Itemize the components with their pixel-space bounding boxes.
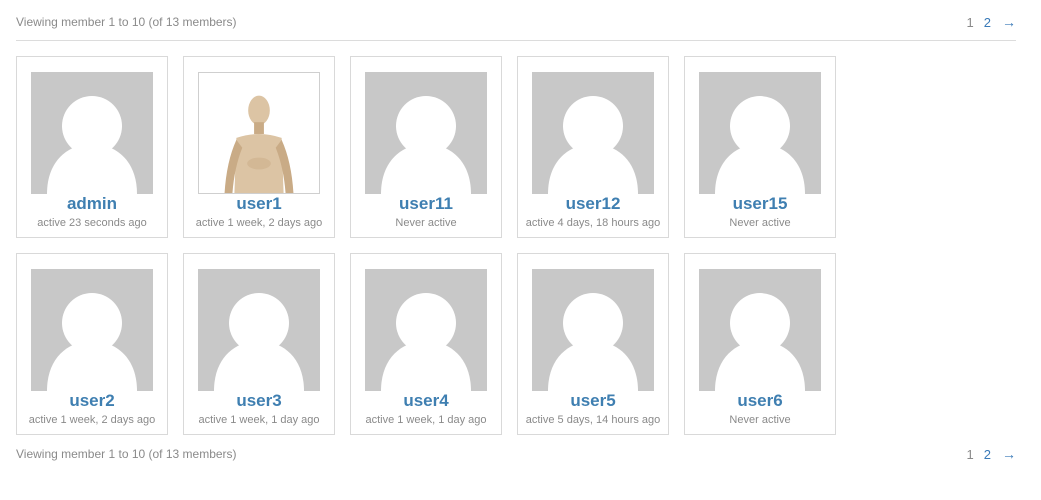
member-last-active: active 1 week, 1 day ago [198, 414, 320, 426]
next-page-arrow-icon[interactable]: → [996, 446, 1016, 462]
member-last-active: Never active [729, 217, 791, 229]
member-card: user11 Never active [350, 56, 502, 238]
member-card: user6 Never active [684, 253, 836, 435]
member-last-active: Never active [729, 414, 791, 426]
pagination-bottom: Viewing member 1 to 10 (of 13 members) 1… [16, 444, 1016, 464]
default-avatar-icon[interactable] [31, 269, 153, 391]
member-name-link[interactable]: user11 [351, 194, 501, 214]
member-last-active: Never active [395, 217, 457, 229]
member-name-link[interactable]: user3 [184, 391, 334, 411]
member-name-link[interactable]: user15 [685, 194, 835, 214]
member-last-active: active 4 days, 18 hours ago [525, 217, 661, 229]
member-last-active: active 1 week, 2 days ago [28, 414, 156, 426]
default-avatar-icon[interactable] [365, 72, 487, 194]
default-avatar-icon[interactable] [31, 72, 153, 194]
default-avatar-icon[interactable] [699, 269, 821, 391]
member-card: user3 active 1 week, 1 day ago [183, 253, 335, 435]
default-avatar-icon[interactable] [532, 269, 654, 391]
wooden-mannequin-photo[interactable] [198, 72, 320, 194]
member-last-active: active 5 days, 14 hours ago [525, 414, 661, 426]
member-grid: admin active 23 seconds ago user1 active… [16, 56, 836, 435]
default-avatar-icon[interactable] [365, 269, 487, 391]
default-avatar-icon[interactable] [532, 72, 654, 194]
member-card: user5 active 5 days, 14 hours ago [517, 253, 669, 435]
divider [16, 40, 1016, 41]
member-name-link[interactable]: user4 [351, 391, 501, 411]
member-last-active: active 1 week, 2 days ago [195, 217, 323, 229]
member-card: user1 active 1 week, 2 days ago [183, 56, 335, 238]
member-card: user2 active 1 week, 2 days ago [16, 253, 168, 435]
member-card: user15 Never active [684, 56, 836, 238]
member-name-link[interactable]: user12 [518, 194, 668, 214]
default-avatar-icon[interactable] [699, 72, 821, 194]
pagination-top: Viewing member 1 to 10 (of 13 members) 1… [16, 12, 1016, 32]
member-card: user4 active 1 week, 1 day ago [350, 253, 502, 435]
pagination-summary: Viewing member 1 to 10 (of 13 members) [16, 15, 237, 29]
page-link-2[interactable]: 2 [979, 447, 996, 462]
default-avatar-icon[interactable] [198, 269, 320, 391]
member-card: user12 active 4 days, 18 hours ago [517, 56, 669, 238]
member-name-link[interactable]: user1 [184, 194, 334, 214]
pagination-summary: Viewing member 1 to 10 (of 13 members) [16, 447, 237, 461]
page-current: 1 [966, 14, 974, 30]
member-card: admin active 23 seconds ago [16, 56, 168, 238]
next-page-arrow-icon[interactable]: → [996, 14, 1016, 30]
member-name-link[interactable]: user6 [685, 391, 835, 411]
page-link-2[interactable]: 2 [979, 15, 996, 30]
member-name-link[interactable]: admin [17, 194, 167, 214]
pagination-links: 1 2 → [962, 14, 1016, 30]
page-current: 1 [966, 446, 974, 462]
member-last-active: active 1 week, 1 day ago [365, 414, 487, 426]
member-name-link[interactable]: user5 [518, 391, 668, 411]
members-directory: Viewing member 1 to 10 (of 13 members) 1… [0, 0, 1041, 500]
member-name-link[interactable]: user2 [17, 391, 167, 411]
member-last-active: active 23 seconds ago [37, 217, 147, 229]
pagination-links: 1 2 → [962, 446, 1016, 462]
